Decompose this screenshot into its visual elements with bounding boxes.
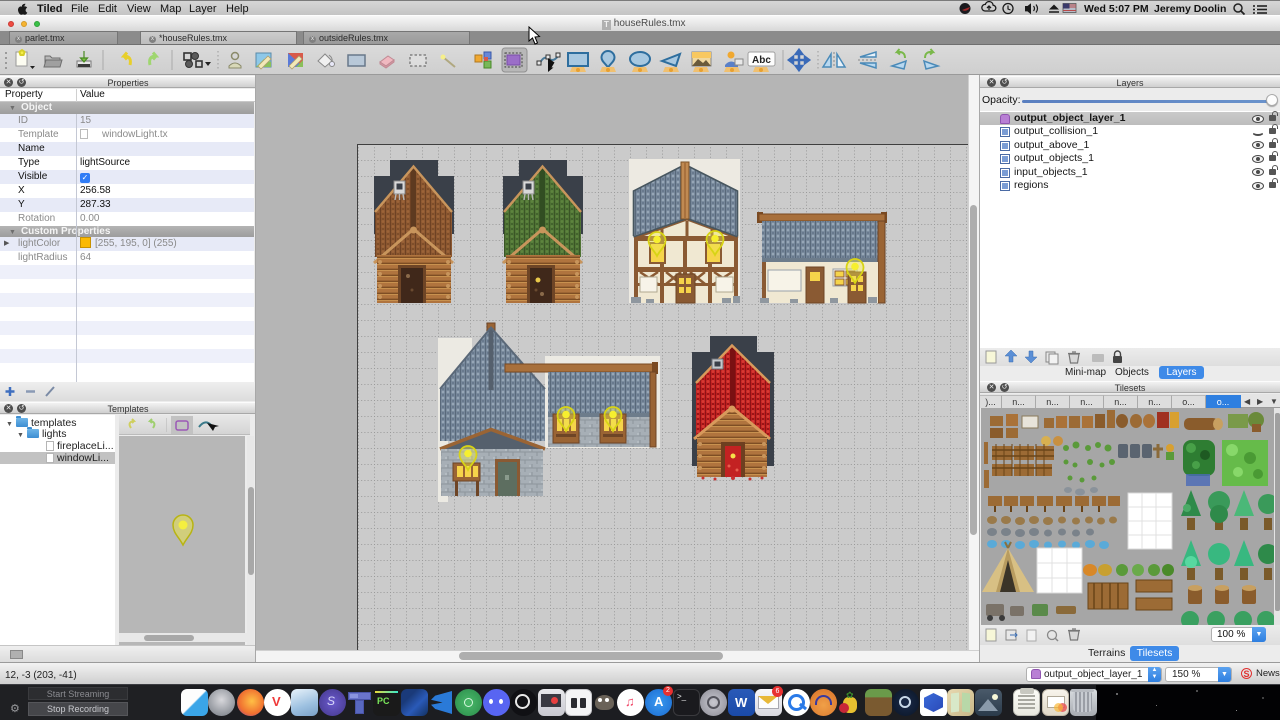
svg-text:Abc: Abc	[752, 55, 771, 66]
